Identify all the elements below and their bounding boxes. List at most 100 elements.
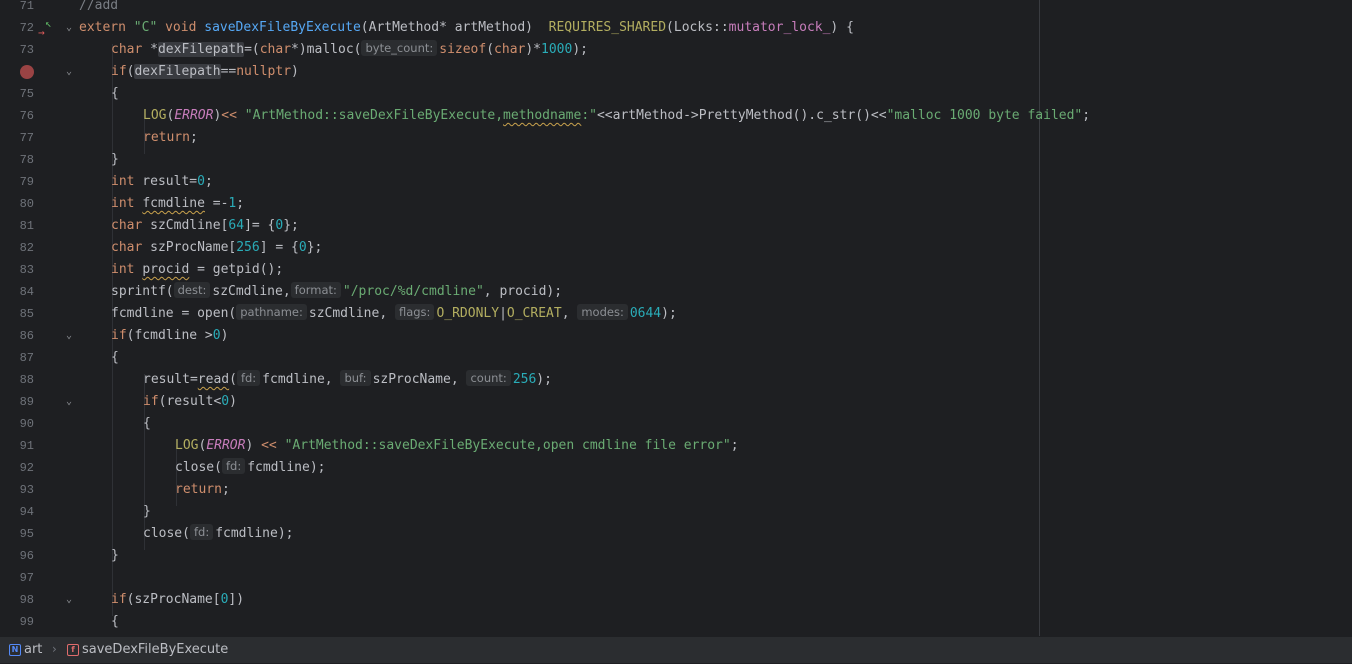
code-text: close(fd: fcmdline); (175, 458, 326, 475)
line-number[interactable]: 88 (0, 369, 34, 391)
line-number[interactable]: 85 (0, 303, 34, 325)
fold-chevron-icon[interactable]: ⌄ (64, 331, 74, 341)
code-text: return; (175, 482, 230, 497)
line-number[interactable]: 94 (0, 501, 34, 523)
fold-chevron-icon[interactable]: ⌄ (64, 23, 74, 33)
code-line-76[interactable]: 76 LOG(ERROR)<< "ArtMethod::saveDexFileB… (0, 105, 1352, 127)
code-text: if(dexFilepath==nullptr) (111, 64, 299, 79)
line-number[interactable]: 76 (0, 105, 34, 127)
line-number[interactable]: 89 (0, 391, 34, 413)
code-line-87[interactable]: 87 { (0, 347, 1352, 369)
code-text: { (143, 416, 151, 431)
code-text: int fcmdline =-1; (111, 196, 245, 211)
code-line-89[interactable]: 89 ⌄ if(result<0) (0, 391, 1352, 413)
param-hint: fd: (236, 370, 261, 386)
code-line-73[interactable]: 73 char *dexFilepath=(char*)malloc(byte_… (0, 39, 1352, 61)
line-number[interactable]: 92 (0, 457, 34, 479)
fold-chevron-icon[interactable]: ⌄ (64, 595, 74, 605)
code-line-93[interactable]: 93 return; (0, 479, 1352, 501)
code-text: char *dexFilepath=(char*)malloc(byte_cou… (111, 40, 588, 57)
code-editor[interactable]: 71 //add 72 ↖ → ⌄ extern "C" void saveDex… (0, 0, 1352, 636)
code-line-83[interactable]: 83 int procid = getpid(); (0, 259, 1352, 281)
line-number[interactable]: 82 (0, 237, 34, 259)
breadcrumb-bar: N art › f saveDexFileByExecute (0, 636, 1352, 663)
line-number[interactable]: 84 (0, 281, 34, 303)
code-line-97[interactable]: 97 (0, 567, 1352, 589)
param-hint: dest: (173, 282, 211, 298)
function-icon: f (67, 644, 79, 656)
code-text: LOG(ERROR) << "ArtMethod::saveDexFileByE… (175, 438, 739, 453)
code-line-88[interactable]: 88 result=read(fd: fcmdline, buf: szProcNa… (0, 369, 1352, 391)
code-line-82[interactable]: 82 char szProcName[256] = {0}; (0, 237, 1352, 259)
line-number[interactable]: 77 (0, 127, 34, 149)
line-number[interactable]: 75 (0, 83, 34, 105)
code-line-74[interactable]: ⌄ if(dexFilepath==nullptr) (0, 61, 1352, 83)
code-line-80[interactable]: 80 int fcmdline =-1; (0, 193, 1352, 215)
code-text: if(result<0) (143, 394, 237, 409)
param-hint: count: (466, 370, 511, 386)
code-text: int procid = getpid(); (111, 262, 284, 277)
line-number[interactable]: 97 (0, 567, 34, 589)
code-line-94[interactable]: 94 } (0, 501, 1352, 523)
breadcrumb-namespace[interactable]: art (24, 637, 42, 663)
line-number[interactable]: 96 (0, 545, 34, 567)
line-number[interactable]: 79 (0, 171, 34, 193)
code-line-72[interactable]: 72 ↖ → ⌄ extern "C" void saveDexFileByExe… (0, 17, 1352, 39)
code-line-84[interactable]: 84 sprintf(dest: szCmdline, format: "/proc/… (0, 281, 1352, 303)
arrow-up-left-icon: ↖ (45, 17, 52, 30)
line-number[interactable]: 81 (0, 215, 34, 237)
code-line-78[interactable]: 78 } (0, 149, 1352, 171)
code-text: char szCmdline[64]= {0}; (111, 218, 299, 233)
param-hint: format: (290, 282, 341, 298)
code-line-98[interactable]: 98 ⌄ if(szProcName[0]) (0, 589, 1352, 611)
param-hint: byte_count: (361, 40, 438, 56)
code-text: return; (143, 130, 198, 145)
code-line-75[interactable]: 75 { (0, 83, 1352, 105)
line-number[interactable]: 71 (0, 0, 34, 17)
code-line-99[interactable]: 99 { (0, 611, 1352, 633)
code-text: result=read(fd: fcmdline, buf: szProcName,… (143, 370, 552, 387)
code-line-92[interactable]: 92 close(fd: fcmdline); (0, 457, 1352, 479)
param-hint: fd: (221, 458, 246, 474)
line-number[interactable]: 78 (0, 149, 34, 171)
breadcrumb-function[interactable]: saveDexFileByExecute (82, 637, 228, 663)
code-text: { (111, 350, 119, 365)
code-line-81[interactable]: 81 char szCmdline[64]= {0}; (0, 215, 1352, 237)
param-hint: modes: (577, 304, 628, 320)
param-hint: fd: (189, 524, 214, 540)
line-number[interactable]: 95 (0, 523, 34, 545)
code-text: } (111, 152, 119, 167)
line-number[interactable]: 90 (0, 413, 34, 435)
code-text: int result=0; (111, 174, 213, 189)
line-number[interactable]: 87 (0, 347, 34, 369)
code-line-86[interactable]: 86 ⌄ if(fcmdline >0) (0, 325, 1352, 347)
code-text: extern "C" void saveDexFileByExecute(Art… (79, 20, 854, 35)
code-line-91[interactable]: 91 LOG(ERROR) << "ArtMethod::saveDexFile… (0, 435, 1352, 457)
line-number[interactable]: 86 (0, 325, 34, 347)
code-text: LOG(ERROR)<< "ArtMethod::saveDexFileByEx… (143, 108, 1091, 123)
fold-chevron-icon[interactable]: ⌄ (64, 397, 74, 407)
code-text: if(szProcName[0]) (111, 592, 245, 607)
line-number[interactable]: 98 (0, 589, 34, 611)
line-number[interactable]: 93 (0, 479, 34, 501)
line-number[interactable]: 83 (0, 259, 34, 281)
line-number[interactable]: 91 (0, 435, 34, 457)
line-number[interactable]: 80 (0, 193, 34, 215)
breakpoint-icon[interactable] (20, 65, 34, 79)
line-number[interactable]: 99 (0, 611, 34, 633)
line-number[interactable]: 73 (0, 39, 34, 61)
param-hint: pathname: (236, 304, 307, 320)
code-line-95[interactable]: 95 close(fd: fcmdline); (0, 523, 1352, 545)
code-text: char szProcName[256] = {0}; (111, 240, 323, 255)
code-line-79[interactable]: 79 int result=0; (0, 171, 1352, 193)
namespace-icon: N (9, 644, 21, 656)
code-line-77[interactable]: 77 return; (0, 127, 1352, 149)
code-line-96[interactable]: 96 } (0, 545, 1352, 567)
code-text: close(fd: fcmdline); (143, 524, 294, 541)
line-number[interactable]: 72 (0, 17, 34, 39)
code-line-90[interactable]: 90 { (0, 413, 1352, 435)
implementation-gutter-icon[interactable]: ↖ → (38, 17, 56, 38)
fold-chevron-icon[interactable]: ⌄ (64, 67, 74, 77)
code-line-85[interactable]: 85 fcmdline = open(pathname: szCmdline, f… (0, 303, 1352, 325)
code-line-71[interactable]: 71 //add (0, 0, 1352, 17)
